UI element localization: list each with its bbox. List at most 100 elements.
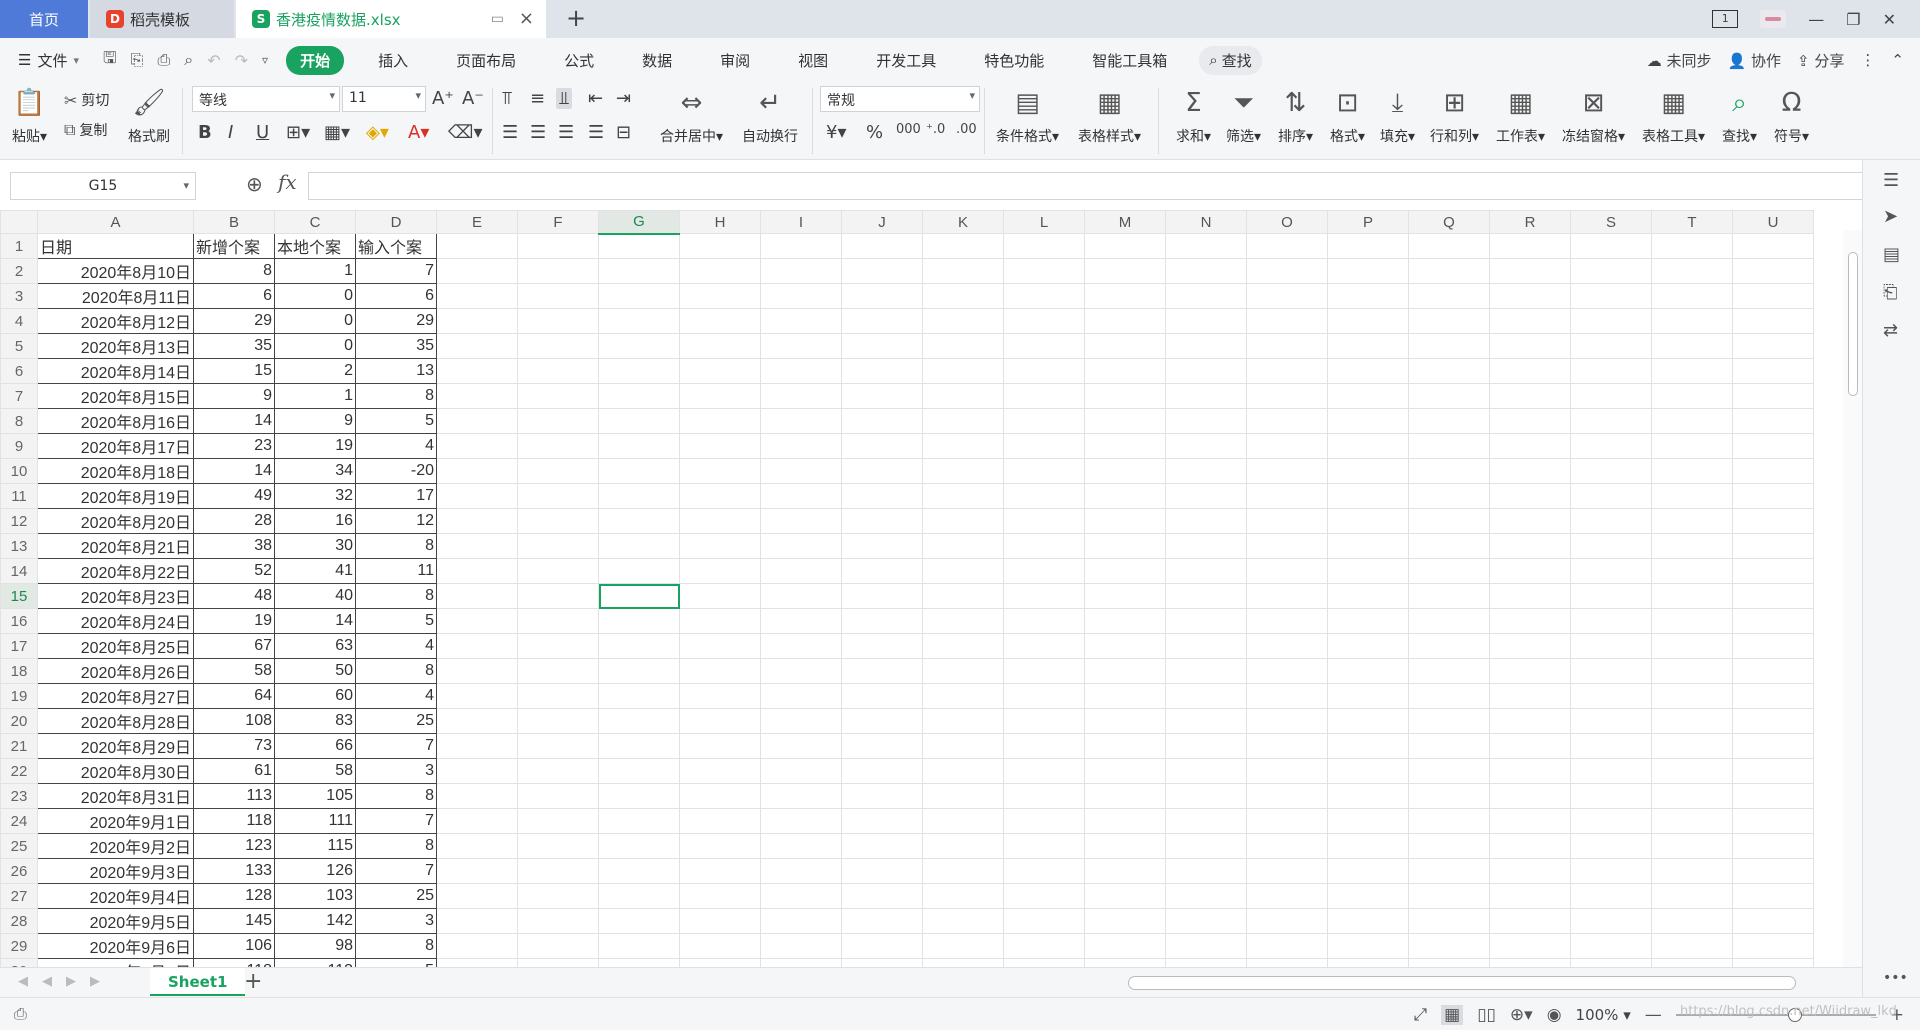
- minimize-icon[interactable]: —: [1808, 10, 1824, 29]
- horizontal-scroll-thumb[interactable]: [1128, 976, 1796, 990]
- row-header[interactable]: 6: [0, 358, 38, 384]
- empty-cell[interactable]: [1246, 808, 1328, 834]
- empty-cell[interactable]: [1003, 433, 1085, 459]
- empty-cell[interactable]: [1570, 483, 1652, 509]
- close-window-icon[interactable]: ✕: [1883, 10, 1896, 29]
- empty-cell[interactable]: [1327, 483, 1409, 509]
- empty-cell[interactable]: [1651, 758, 1733, 784]
- header-cell[interactable]: 本地个案: [274, 233, 356, 259]
- empty-cell[interactable]: [1732, 333, 1814, 359]
- empty-cell[interactable]: [1651, 683, 1733, 709]
- column-header[interactable]: J: [841, 210, 923, 234]
- empty-cell[interactable]: [436, 708, 518, 734]
- empty-cell[interactable]: [436, 383, 518, 409]
- empty-cell[interactable]: [517, 733, 599, 759]
- empty-cell[interactable]: [517, 533, 599, 559]
- empty-cell[interactable]: [841, 508, 923, 534]
- empty-cell[interactable]: [1651, 433, 1733, 459]
- empty-cell[interactable]: [841, 358, 923, 384]
- empty-cell[interactable]: [436, 908, 518, 934]
- vertical-scroll-thumb[interactable]: [1848, 252, 1858, 396]
- column-header-selected[interactable]: G: [598, 210, 680, 235]
- empty-cell[interactable]: [517, 583, 599, 609]
- align-center-icon[interactable]: ☰: [530, 122, 546, 143]
- empty-cell[interactable]: [1732, 833, 1814, 859]
- empty-cell[interactable]: [436, 258, 518, 284]
- empty-cell[interactable]: [1408, 283, 1490, 309]
- column-header[interactable]: K: [922, 210, 1004, 234]
- empty-cell[interactable]: [1489, 783, 1571, 809]
- row-header[interactable]: 18: [0, 658, 38, 684]
- empty-cell[interactable]: [1084, 733, 1166, 759]
- empty-cell[interactable]: [760, 533, 842, 559]
- row-header[interactable]: 17: [0, 633, 38, 659]
- data-cell[interactable]: 2020年8月23日: [37, 583, 194, 609]
- empty-cell[interactable]: [1651, 658, 1733, 684]
- empty-cell[interactable]: [922, 608, 1004, 634]
- empty-cell[interactable]: [760, 833, 842, 859]
- empty-cell[interactable]: [922, 808, 1004, 834]
- empty-cell[interactable]: [1084, 583, 1166, 609]
- empty-cell[interactable]: [1651, 733, 1733, 759]
- empty-cell[interactable]: [760, 283, 842, 309]
- empty-cell[interactable]: [1408, 558, 1490, 584]
- vertical-scrollbar[interactable]: [1843, 230, 1862, 967]
- font-size-select[interactable]: 11 ▾: [342, 86, 426, 112]
- empty-cell[interactable]: [1732, 808, 1814, 834]
- empty-cell[interactable]: [1408, 633, 1490, 659]
- empty-cell[interactable]: [1084, 783, 1166, 809]
- column-header[interactable]: O: [1246, 210, 1328, 234]
- empty-cell[interactable]: [1084, 458, 1166, 484]
- empty-cell[interactable]: [1327, 258, 1409, 284]
- data-cell[interactable]: 6: [193, 283, 275, 309]
- empty-cell[interactable]: [922, 958, 1004, 967]
- column-header[interactable]: M: [1084, 210, 1166, 234]
- empty-cell[interactable]: [1327, 908, 1409, 934]
- data-cell[interactable]: 73: [193, 733, 275, 759]
- justify-icon[interactable]: ☰: [588, 122, 604, 143]
- empty-cell[interactable]: [1003, 933, 1085, 959]
- empty-cell[interactable]: [1327, 408, 1409, 434]
- empty-cell[interactable]: [598, 858, 680, 884]
- empty-cell[interactable]: [517, 808, 599, 834]
- empty-cell[interactable]: [1084, 383, 1166, 409]
- row-header[interactable]: 2: [0, 258, 38, 284]
- empty-cell[interactable]: [1165, 883, 1247, 909]
- empty-cell[interactable]: [517, 683, 599, 709]
- empty-cell[interactable]: [517, 558, 599, 584]
- empty-cell[interactable]: [679, 533, 761, 559]
- empty-cell[interactable]: [1327, 433, 1409, 459]
- empty-cell[interactable]: [1165, 708, 1247, 734]
- empty-cell[interactable]: [841, 833, 923, 859]
- data-cell[interactable]: 16: [274, 508, 356, 534]
- empty-cell[interactable]: [1165, 283, 1247, 309]
- empty-cell[interactable]: [1408, 958, 1490, 967]
- empty-cell[interactable]: [1246, 583, 1328, 609]
- more-dots-icon[interactable]: •••: [1883, 970, 1908, 986]
- data-cell[interactable]: 2020年8月26日: [37, 658, 194, 684]
- empty-cell[interactable]: [1570, 683, 1652, 709]
- empty-cell[interactable]: [1408, 733, 1490, 759]
- empty-cell[interactable]: [679, 783, 761, 809]
- data-cell[interactable]: 40: [274, 583, 356, 609]
- menu-tab-insert[interactable]: 插入: [364, 46, 422, 75]
- empty-cell[interactable]: [1165, 783, 1247, 809]
- data-cell[interactable]: 2020年8月12日: [37, 308, 194, 334]
- empty-cell[interactable]: [841, 883, 923, 909]
- data-cell[interactable]: 2020年8月30日: [37, 758, 194, 784]
- empty-cell[interactable]: [1246, 708, 1328, 734]
- empty-cell[interactable]: [1408, 383, 1490, 409]
- data-cell[interactable]: 2020年8月16日: [37, 408, 194, 434]
- empty-cell[interactable]: [1408, 508, 1490, 534]
- data-cell[interactable]: 3: [355, 758, 437, 784]
- row-header[interactable]: 15: [0, 583, 38, 609]
- empty-cell[interactable]: [517, 408, 599, 434]
- empty-cell[interactable]: [1489, 708, 1571, 734]
- empty-cell[interactable]: [1732, 308, 1814, 334]
- cut-button[interactable]: ✂ 剪切: [64, 90, 109, 110]
- data-cell[interactable]: 8: [355, 933, 437, 959]
- empty-cell[interactable]: [517, 833, 599, 859]
- menu-tab-formulas[interactable]: 公式: [550, 46, 608, 75]
- empty-cell[interactable]: [1003, 533, 1085, 559]
- empty-cell[interactable]: [760, 258, 842, 284]
